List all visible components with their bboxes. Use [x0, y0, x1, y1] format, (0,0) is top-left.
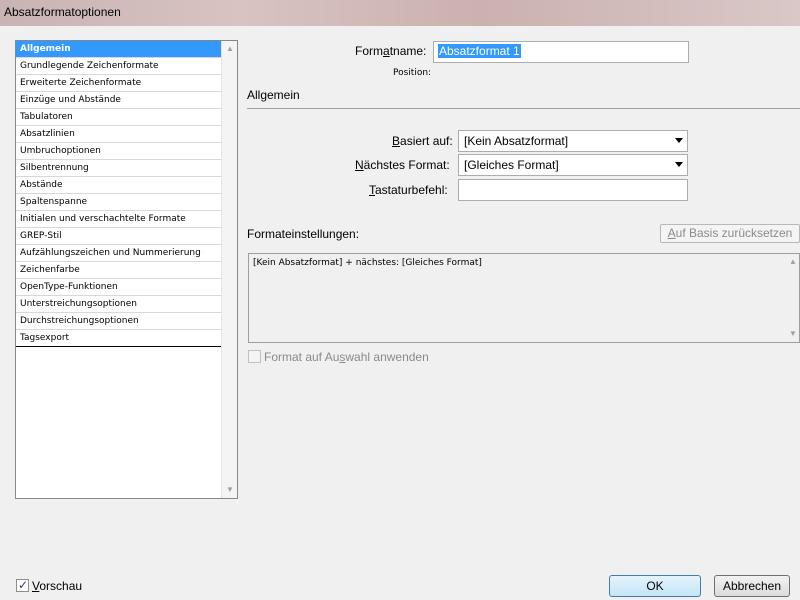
sidebar-item[interactable]: Allgemein — [16, 41, 221, 58]
sidebar-item[interactable]: Initialen und verschachtelte Formate — [16, 211, 221, 228]
sidebar-item[interactable]: Umbruchoptionen — [16, 143, 221, 160]
next-style-select[interactable]: [Gleiches Format] — [458, 154, 688, 176]
arrow-up-icon[interactable]: ▲ — [787, 254, 799, 270]
sidebar-item[interactable]: Tabulatoren — [16, 109, 221, 126]
section-title: Allgemein — [247, 88, 300, 102]
sidebar-item[interactable]: Abstände — [16, 177, 221, 194]
apply-to-selection-checkbox[interactable] — [248, 350, 261, 363]
chevron-down-icon — [675, 162, 683, 167]
sidebar-item[interactable]: Grundlegende Zeichenformate — [16, 58, 221, 75]
category-list-scrollbar[interactable]: ▲ ▼ — [221, 41, 237, 498]
cancel-button[interactable]: Abbrechen — [714, 575, 790, 597]
arrow-down-icon[interactable]: ▼ — [787, 326, 799, 342]
next-style-value: [Gleiches Format] — [464, 158, 559, 172]
ok-button[interactable]: OK — [609, 575, 701, 597]
title-bar: Absatzformatoptionen — [0, 0, 800, 26]
settings-summary-box: [Kein Absatzformat] + nächstes: [Gleiche… — [248, 253, 800, 343]
arrow-down-icon[interactable]: ▼ — [222, 482, 238, 498]
settings-label: Formateinstellungen: — [247, 227, 360, 241]
reset-to-base-button[interactable]: Auf Basis zurücksetzen — [660, 224, 800, 243]
formatname-input[interactable]: Absatzformat 1 — [433, 41, 689, 63]
shortcut-input[interactable] — [458, 179, 688, 201]
sidebar-item[interactable]: Aufzählungszeichen und Nummerierung — [16, 245, 221, 262]
sidebar-item[interactable]: Silbentrennung — [16, 160, 221, 177]
sidebar-item[interactable]: Tagsexport — [16, 330, 221, 347]
position-label: Position: — [393, 68, 432, 78]
based-on-label: Basiert auf: — [392, 134, 453, 148]
sidebar-item[interactable]: Absatzlinien — [16, 126, 221, 143]
category-list[interactable]: Allgemein Grundlegende Zeichenformate Erwe… — [15, 40, 238, 499]
preview-label: Vorschau — [32, 579, 83, 593]
formatname-value: Absatzformat 1 — [438, 44, 521, 58]
apply-to-selection-label: Format auf Auswahl anwenden — [264, 350, 429, 364]
sidebar-item[interactable]: Durchstreichungsoptionen — [16, 313, 221, 330]
settings-summary-text: [Kein Absatzformat] + nächstes: [Gleiche… — [253, 258, 482, 268]
sidebar-item[interactable]: Einzüge und Abstände — [16, 92, 221, 109]
sidebar-item[interactable]: Unterstreichungsoptionen — [16, 296, 221, 313]
section-divider — [247, 108, 800, 109]
category-list-items: Allgemein Grundlegende Zeichenformate Erwe… — [16, 41, 221, 347]
based-on-select[interactable]: [Kein Absatzformat] — [458, 130, 688, 152]
sidebar-item[interactable]: Zeichenfarbe — [16, 262, 221, 279]
chevron-down-icon — [675, 138, 683, 143]
checkmark-icon: ✓ — [18, 578, 29, 592]
formatname-label: Formatname: — [355, 44, 427, 58]
sidebar-item[interactable]: GREP-Stil — [16, 228, 221, 245]
based-on-value: [Kein Absatzformat] — [464, 134, 569, 148]
shortcut-label: Tastaturbefehl: — [369, 183, 448, 197]
sidebar-item[interactable]: Erweiterte Zeichenformate — [16, 75, 221, 92]
arrow-up-icon[interactable]: ▲ — [222, 41, 238, 57]
window-title: Absatzformatoptionen — [4, 5, 121, 19]
sidebar-item[interactable]: OpenType-Funktionen — [16, 279, 221, 296]
preview-checkbox[interactable]: ✓ — [16, 578, 29, 592]
sidebar-item[interactable]: Spaltenspanne — [16, 194, 221, 211]
settings-scrollbar[interactable]: ▲ ▼ — [787, 254, 799, 342]
next-style-label: Nächstes Format: — [355, 158, 450, 172]
